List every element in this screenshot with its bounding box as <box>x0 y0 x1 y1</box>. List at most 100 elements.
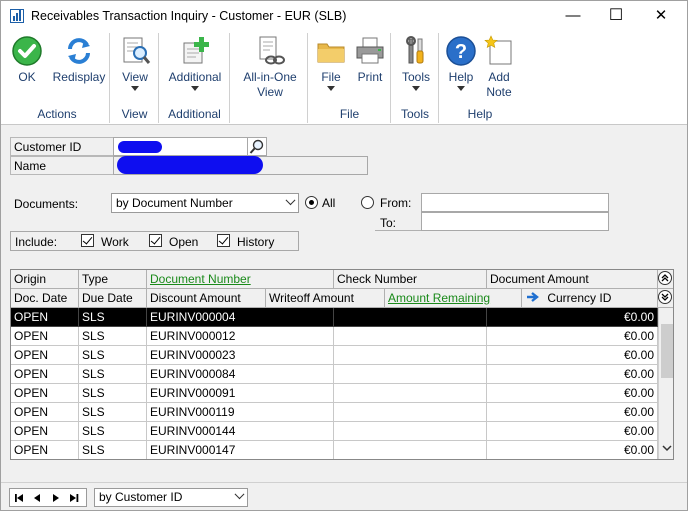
cell-check[interactable] <box>334 422 487 441</box>
cell-doc[interactable]: EURINV000091 <box>147 384 334 403</box>
cell-type[interactable]: SLS <box>79 403 147 422</box>
cell-amount[interactable]: €0.00 <box>487 365 658 384</box>
cell-type[interactable]: SLS <box>79 384 147 403</box>
file-button[interactable]: File <box>313 35 349 91</box>
cell-type[interactable]: SLS <box>79 308 147 327</box>
all-radio[interactable] <box>305 196 318 209</box>
cell-doc[interactable]: EURINV000004 <box>147 308 334 327</box>
cell-doc[interactable]: EURINV000023 <box>147 346 334 365</box>
cell-doc[interactable]: EURINV000144 <box>147 422 334 441</box>
view-button[interactable]: View <box>115 35 155 91</box>
col-doc-date[interactable]: Doc. Date <box>11 289 79 308</box>
previous-record-icon[interactable] <box>30 491 46 505</box>
cell-check[interactable] <box>334 308 487 327</box>
cell-origin[interactable]: OPEN <box>11 327 79 346</box>
add-note-button[interactable]: Add Note <box>480 35 518 100</box>
ribbon-group-additional: Additional Additional <box>160 33 230 123</box>
customer-id-field[interactable] <box>113 137 248 156</box>
help-dropdown-caret-icon <box>457 86 465 91</box>
col-check-number[interactable]: Check Number <box>334 270 487 289</box>
redisplay-button[interactable]: Redisplay <box>49 35 109 85</box>
redisplay-label: Redisplay <box>52 70 106 84</box>
expand-rows-icon[interactable] <box>658 290 672 304</box>
cell-type[interactable]: SLS <box>79 441 147 459</box>
print-button[interactable]: Print <box>351 35 389 85</box>
first-record-icon[interactable] <box>12 491 28 505</box>
customer-lookup-button[interactable] <box>247 137 267 156</box>
last-record-icon[interactable] <box>66 491 82 505</box>
transactions-grid[interactable]: Origin Type Document Number Check Number… <box>10 269 674 460</box>
cell-type[interactable]: SLS <box>79 346 147 365</box>
all-in-one-view-button[interactable]: All-in-One View <box>235 35 305 100</box>
sort-by-value: by Customer ID <box>99 490 183 504</box>
cell-amount[interactable]: €0.00 <box>487 384 658 403</box>
sort-by-select[interactable]: by Customer ID <box>94 488 248 507</box>
cell-amount[interactable]: €0.00 <box>487 327 658 346</box>
cell-amount[interactable]: €0.00 <box>487 422 658 441</box>
ribbon-group-help: ? Help Add Note Help <box>440 33 520 123</box>
collapse-rows-icon[interactable] <box>658 271 672 285</box>
cell-check[interactable] <box>334 441 487 459</box>
cell-amount[interactable]: €0.00 <box>487 346 658 365</box>
cell-type[interactable]: SLS <box>79 327 147 346</box>
cell-type[interactable]: SLS <box>79 365 147 384</box>
col-discount-amount[interactable]: Discount Amount <box>147 289 266 308</box>
scroll-down-arrow-icon[interactable] <box>662 444 672 452</box>
footer-bar: by Customer ID <box>1 482 687 510</box>
cell-doc[interactable]: EURINV000084 <box>147 365 334 384</box>
close-button[interactable]: ✕ <box>638 1 684 31</box>
grid-header-corner-2 <box>658 289 673 308</box>
work-checkbox[interactable] <box>81 234 94 247</box>
col-origin[interactable]: Origin <box>11 270 79 289</box>
ok-label: OK <box>18 70 36 84</box>
cell-doc[interactable]: EURINV000119 <box>147 403 334 422</box>
cell-check[interactable] <box>334 327 487 346</box>
col-writeoff-amount[interactable]: Writeoff Amount <box>266 289 385 308</box>
col-due-date[interactable]: Due Date <box>79 289 147 308</box>
col-document-amount[interactable]: Document Amount <box>487 270 658 289</box>
tools-dropdown-caret-icon <box>412 86 420 91</box>
cell-check[interactable] <box>334 365 487 384</box>
additional-button[interactable]: Additional <box>163 35 227 91</box>
minimize-button[interactable]: — <box>550 1 596 31</box>
col-type[interactable]: Type <box>79 270 147 289</box>
view-dropdown-caret-icon <box>131 86 139 91</box>
cell-origin[interactable]: OPEN <box>11 441 79 459</box>
grid-scrollbar[interactable] <box>658 308 673 459</box>
cell-amount[interactable]: €0.00 <box>487 403 658 422</box>
cell-doc[interactable]: EURINV000147 <box>147 441 334 459</box>
cell-origin[interactable]: OPEN <box>11 365 79 384</box>
next-record-icon[interactable] <box>48 491 64 505</box>
help-question-icon: ? <box>445 35 477 67</box>
cell-amount[interactable]: €0.00 <box>487 308 658 327</box>
cell-check[interactable] <box>334 384 487 403</box>
col-amount-remaining[interactable]: Amount Remaining <box>385 289 522 308</box>
cell-type[interactable]: SLS <box>79 422 147 441</box>
from-field[interactable] <box>421 193 609 212</box>
col-currency-id-header[interactable]: Currency ID <box>522 289 658 308</box>
group-label-file: File <box>339 107 360 121</box>
maximize-button[interactable]: ☐ <box>593 1 639 31</box>
tools-button[interactable]: Tools <box>396 35 436 91</box>
open-checkbox[interactable] <box>149 234 162 247</box>
cell-origin[interactable]: OPEN <box>11 346 79 365</box>
from-radio[interactable] <box>361 196 374 209</box>
cell-origin[interactable]: OPEN <box>11 422 79 441</box>
group-label-additional: Additional <box>168 107 221 121</box>
cell-origin[interactable]: OPEN <box>11 403 79 422</box>
scrollbar-thumb[interactable] <box>661 324 673 378</box>
cell-doc[interactable]: EURINV000012 <box>147 327 334 346</box>
cell-check[interactable] <box>334 346 487 365</box>
cell-origin[interactable]: OPEN <box>11 384 79 403</box>
cell-origin[interactable]: OPEN <box>11 308 79 327</box>
ribbon-group-all-in-one: All-in-One View <box>231 33 308 123</box>
to-field[interactable] <box>421 212 609 231</box>
col-document-number[interactable]: Document Number <box>147 270 334 289</box>
cell-check[interactable] <box>334 403 487 422</box>
history-checkbox[interactable] <box>217 234 230 247</box>
documents-select[interactable]: by Document Number <box>111 193 299 213</box>
help-button[interactable]: ? Help <box>442 35 480 91</box>
cell-amount[interactable]: €0.00 <box>487 441 658 459</box>
redisplay-arrows-icon <box>63 35 95 67</box>
ok-button[interactable]: OK <box>7 35 47 85</box>
